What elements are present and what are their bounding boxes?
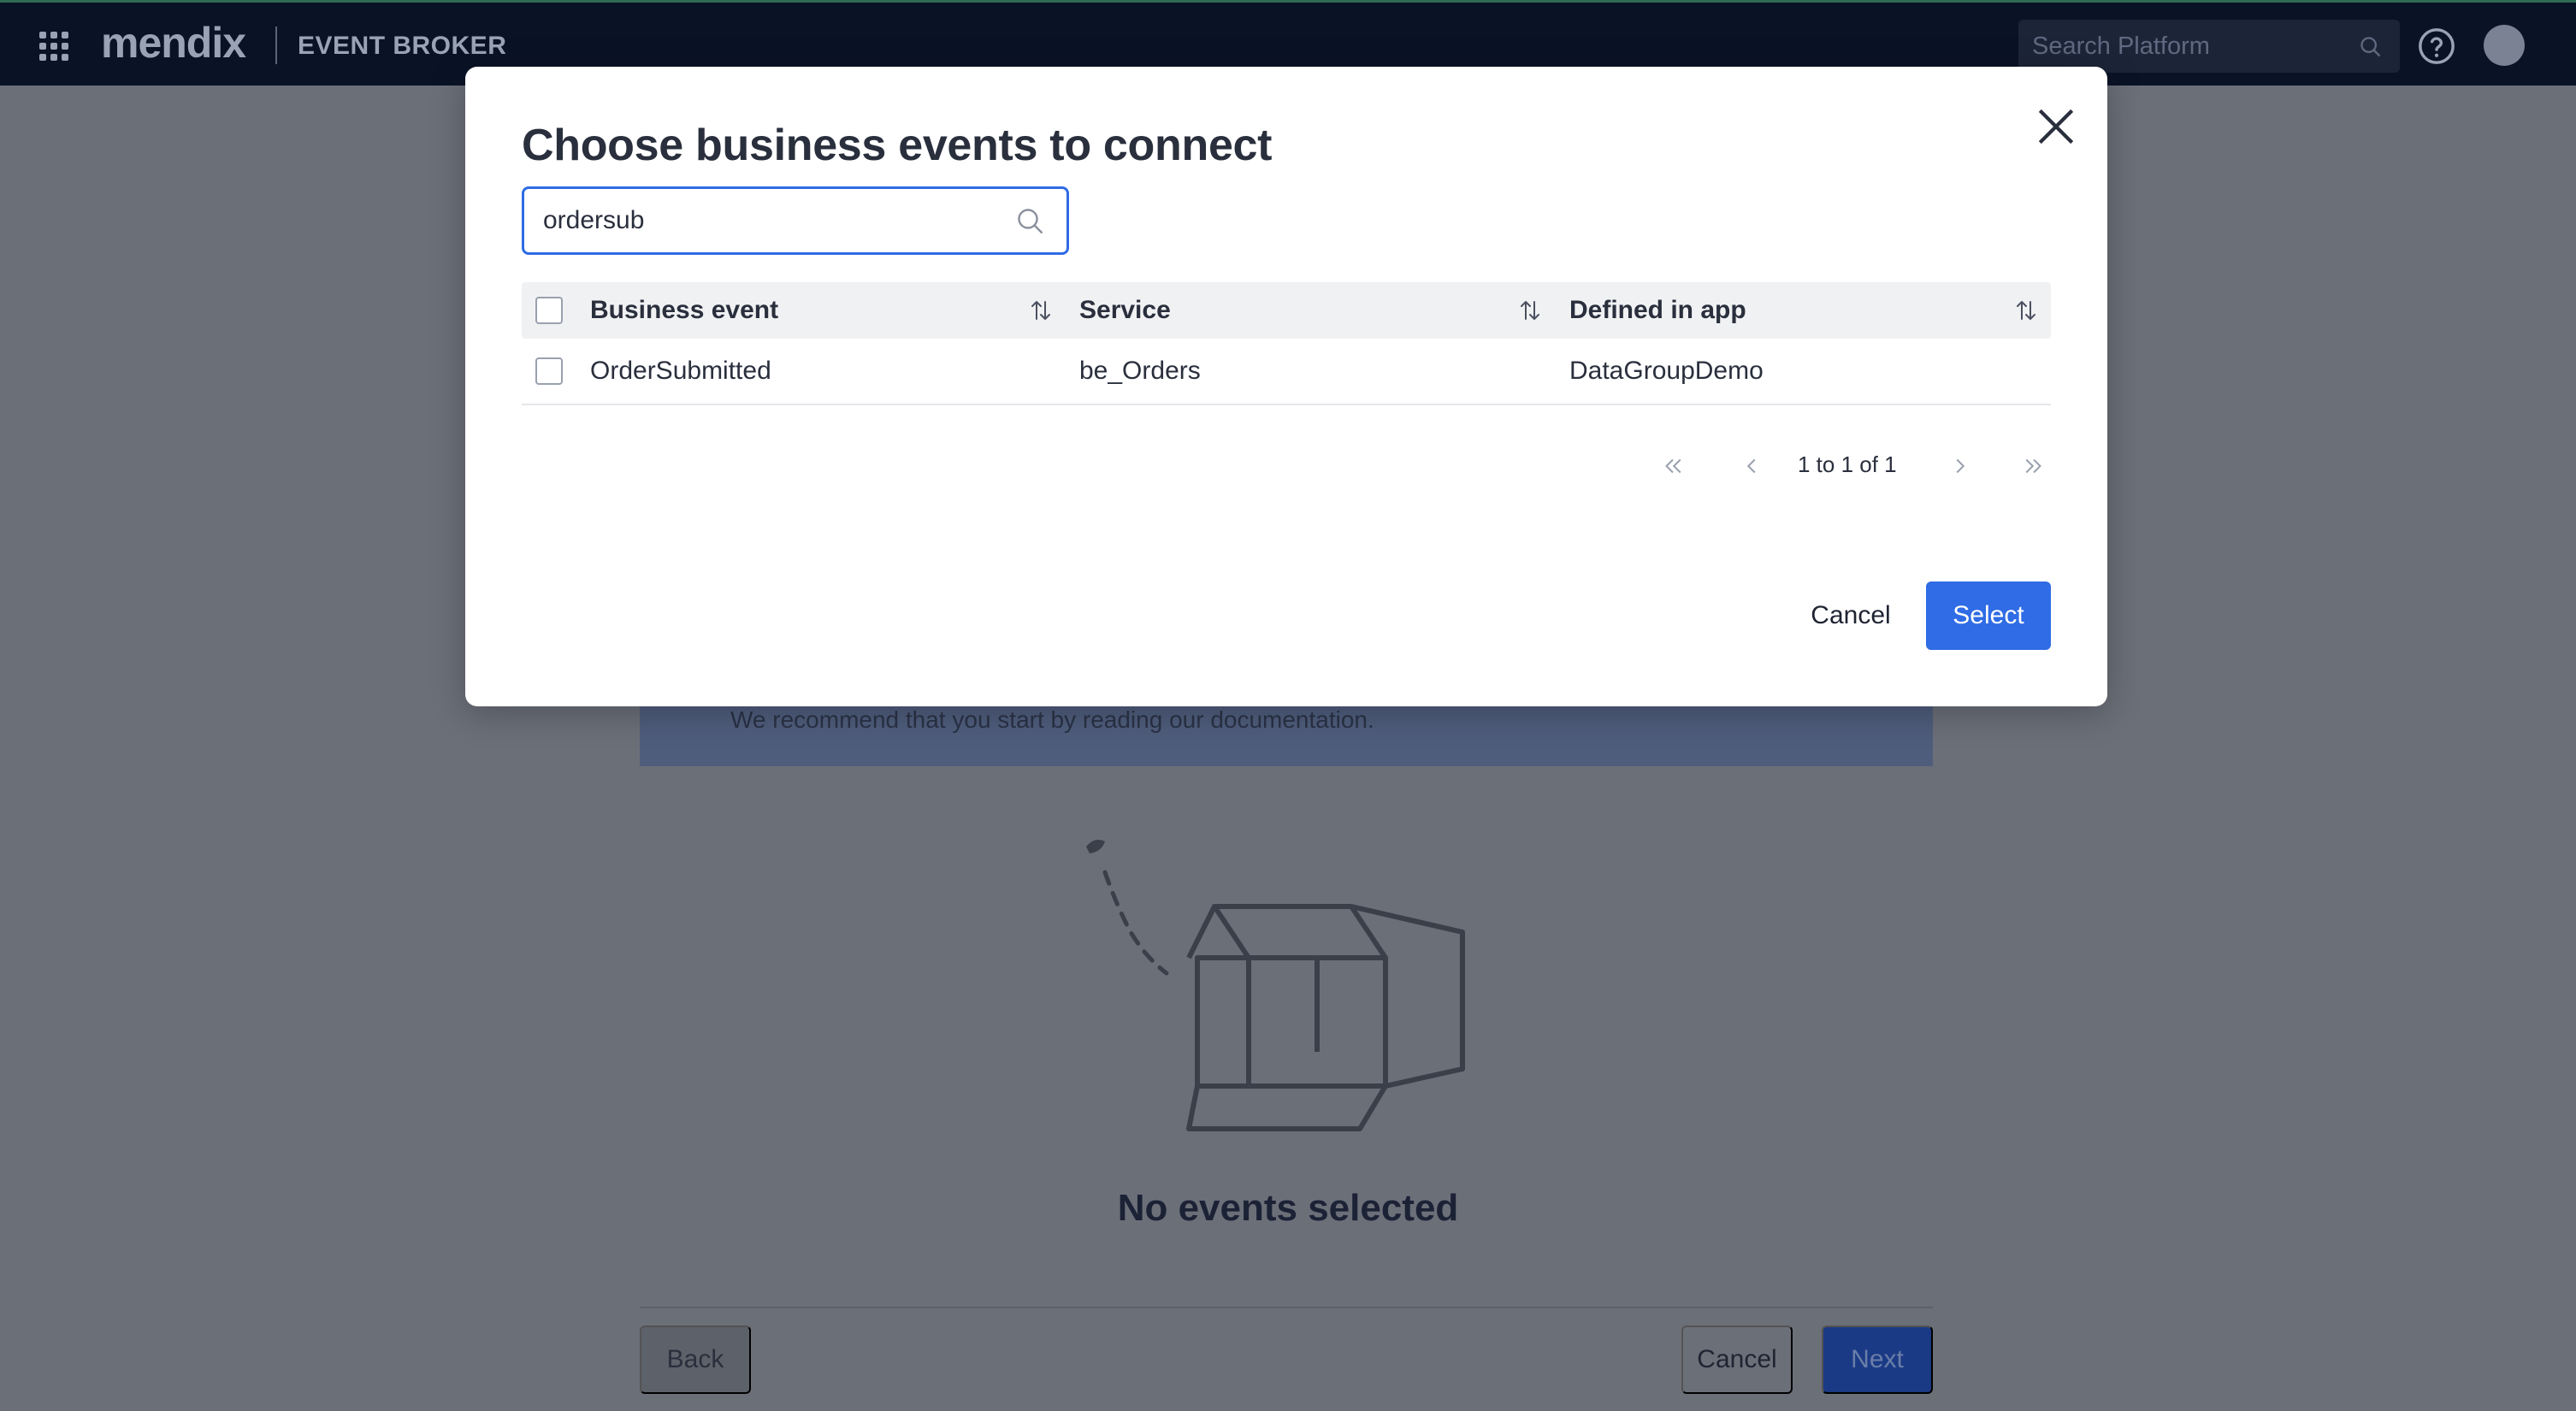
app-switcher-grid-icon[interactable]: [39, 32, 68, 61]
platform-search[interactable]: [2018, 20, 2400, 73]
footer-divider: [640, 1307, 1933, 1308]
first-page-icon[interactable]: [1656, 445, 1690, 487]
next-button[interactable]: Next: [1822, 1325, 1933, 1394]
help-icon[interactable]: [2417, 27, 2456, 66]
product-name: EVENT BROKER: [298, 32, 507, 60]
sort-icon[interactable]: [2013, 298, 2039, 323]
select-all-checkbox[interactable]: [535, 297, 563, 324]
back-button[interactable]: Back: [640, 1325, 751, 1394]
event-search-input[interactable]: [543, 189, 1005, 252]
next-page-icon[interactable]: [1943, 445, 1977, 487]
column-header-service[interactable]: Service: [1079, 282, 1171, 339]
search-icon: [2360, 37, 2381, 57]
sort-icon[interactable]: [1517, 298, 1543, 323]
select-button[interactable]: Select: [1926, 582, 2051, 650]
previous-page-icon[interactable]: [1734, 445, 1769, 487]
close-icon[interactable]: [2032, 103, 2080, 151]
user-avatar[interactable]: [2484, 25, 2525, 66]
table-header: Business event Service Defined in app: [522, 282, 2051, 339]
wizard-cancel-button[interactable]: Cancel: [1681, 1325, 1793, 1394]
info-banner-text: We recommend that you start by reading o…: [730, 706, 1374, 733]
business-event-cell: OrderSubmitted: [590, 357, 771, 385]
defined-in-app-cell: DataGroupDemo: [1569, 357, 1764, 385]
logo-divider: [275, 27, 277, 64]
select-all-cell: [535, 282, 563, 339]
dialog-title: Choose business events to connect: [522, 121, 1273, 170]
mendix-logo[interactable]: mendix: [101, 18, 246, 68]
search-icon: [1018, 209, 1043, 234]
table-row[interactable]: OrderSubmitted be_Orders DataGroupDemo: [522, 339, 2051, 405]
event-search[interactable]: [522, 186, 1069, 255]
events-table: Business event Service Defined in app Or…: [522, 282, 2051, 405]
column-header-defined-in-app[interactable]: Defined in app: [1569, 282, 1746, 339]
row-select-cell: [535, 339, 563, 404]
cancel-button[interactable]: Cancel: [1782, 582, 1919, 650]
column-header-business-event[interactable]: Business event: [590, 282, 778, 339]
choose-events-dialog: Choose business events to connect Busine…: [465, 67, 2107, 706]
empty-box-illustration: [1086, 840, 1465, 1131]
pagination-status: 1 to 1 of 1: [1798, 452, 1897, 477]
platform-search-input[interactable]: [2032, 20, 2340, 73]
last-page-icon[interactable]: [2017, 445, 2051, 487]
sort-icon[interactable]: [1028, 298, 1054, 323]
empty-state-title: No events selected: [1117, 1187, 1459, 1229]
service-cell: be_Orders: [1079, 357, 1201, 385]
row-checkbox[interactable]: [535, 357, 563, 385]
